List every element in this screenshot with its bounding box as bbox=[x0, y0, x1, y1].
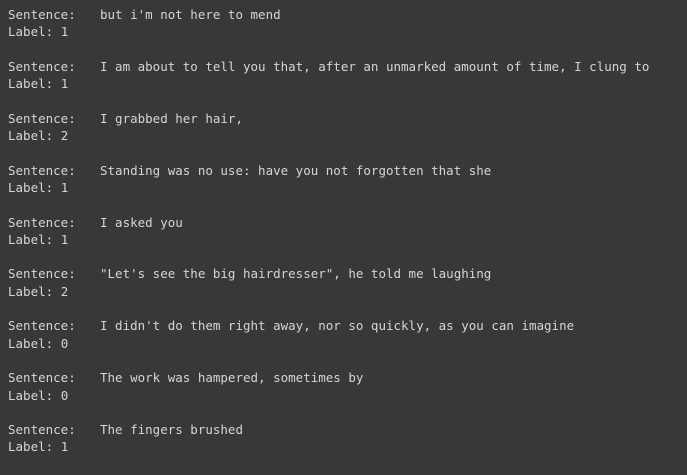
output-entry: Sentence: I asked you Label: 1 bbox=[8, 214, 683, 249]
label-key: Label: bbox=[8, 128, 54, 144]
label-value: 1 bbox=[60, 24, 69, 40]
label-key: Label: bbox=[8, 179, 54, 195]
label-value: 0 bbox=[60, 335, 69, 351]
label-value: 1 bbox=[60, 231, 69, 247]
label-key: Label: bbox=[8, 283, 54, 299]
label-value: 2 bbox=[60, 283, 69, 299]
output-entry: Sentence: I didn't do them right away, no… bbox=[8, 317, 683, 352]
output-entry: Sentence: The fingers brushed Label: 1 bbox=[8, 421, 683, 456]
label-line: Label: 2 bbox=[8, 283, 683, 300]
label-key: Label: bbox=[8, 76, 54, 92]
output-entry: Sentence: but i'm not here to mend Label:… bbox=[8, 6, 683, 41]
sentence-line: Sentence: I am about to tell you that, af… bbox=[8, 58, 683, 75]
label-line: Label: 1 bbox=[8, 23, 683, 40]
label-line: Label: 0 bbox=[8, 387, 683, 404]
sentence-key: Sentence: bbox=[8, 110, 76, 126]
sentence-text: The work was hampered, sometimes by bbox=[100, 370, 364, 386]
cell-output: Sentence: but i'm not here to mend Label:… bbox=[8, 6, 683, 473]
sentence-line: Sentence: The fingers brushed bbox=[8, 421, 683, 438]
label-line: Label: 1 bbox=[8, 231, 683, 248]
sentence-line: Sentence: I asked you bbox=[8, 214, 683, 231]
sentence-key: Sentence: bbox=[8, 162, 76, 178]
sentence-key: Sentence: bbox=[8, 214, 76, 230]
sentence-key: Sentence: bbox=[8, 58, 76, 74]
sentence-key: Sentence: bbox=[8, 266, 76, 282]
sentence-text: but i'm not here to mend bbox=[100, 7, 281, 22]
sentence-line: Sentence: "Let's see the big hairdresser"… bbox=[8, 265, 683, 282]
sentence-line: Sentence: I didn't do them right away, no… bbox=[8, 317, 683, 334]
output-entry: Sentence: "Let's see the big hairdresser"… bbox=[8, 265, 683, 300]
label-key: Label: bbox=[8, 231, 54, 247]
label-value: 0 bbox=[60, 387, 69, 403]
label-line: Label: 1 bbox=[8, 438, 683, 455]
label-line: Label: 0 bbox=[8, 335, 683, 352]
sentence-line: Sentence: I grabbed her hair, bbox=[8, 110, 683, 127]
label-line: Label: 2 bbox=[8, 127, 683, 144]
label-key: Label: bbox=[8, 335, 54, 351]
sentence-text: I grabbed her hair, bbox=[100, 110, 243, 126]
label-value: 1 bbox=[60, 439, 69, 455]
label-key: Label: bbox=[8, 439, 54, 455]
output-entry: Sentence: I am about to tell you that, af… bbox=[8, 58, 683, 93]
output-entry: Sentence: Standing was no use: have you n… bbox=[8, 162, 683, 197]
label-key: Label: bbox=[8, 24, 54, 40]
sentence-line: Sentence: Standing was no use: have you n… bbox=[8, 162, 683, 179]
label-value: 1 bbox=[60, 76, 69, 92]
label-line: Label: 1 bbox=[8, 75, 683, 92]
output-entry: Sentence: I grabbed her hair, Label: 2 bbox=[8, 110, 683, 145]
label-value: 1 bbox=[60, 179, 69, 195]
sentence-line: Sentence: The work was hampered, sometime… bbox=[8, 369, 683, 386]
label-line: Label: 1 bbox=[8, 179, 683, 196]
sentence-text: "Let's see the big hairdresser", he told… bbox=[100, 266, 492, 282]
sentence-text: I didn't do them right away, nor so quic… bbox=[100, 318, 575, 334]
label-key: Label: bbox=[8, 387, 54, 403]
sentence-key: Sentence: bbox=[8, 318, 76, 334]
sentence-key: Sentence: bbox=[8, 7, 76, 22]
sentence-text: I am about to tell you that, after an un… bbox=[100, 58, 650, 74]
sentence-text: Standing was no use: have you not forgot… bbox=[100, 162, 492, 178]
sentence-key: Sentence: bbox=[8, 422, 76, 438]
sentence-key: Sentence: bbox=[8, 370, 76, 386]
sentence-text: I asked you bbox=[100, 214, 183, 230]
sentence-line: Sentence: but i'm not here to mend bbox=[8, 6, 683, 23]
sentence-text: The fingers brushed bbox=[100, 422, 243, 438]
output-entry: Sentence: The work was hampered, sometime… bbox=[8, 369, 683, 404]
label-value: 2 bbox=[60, 128, 69, 144]
